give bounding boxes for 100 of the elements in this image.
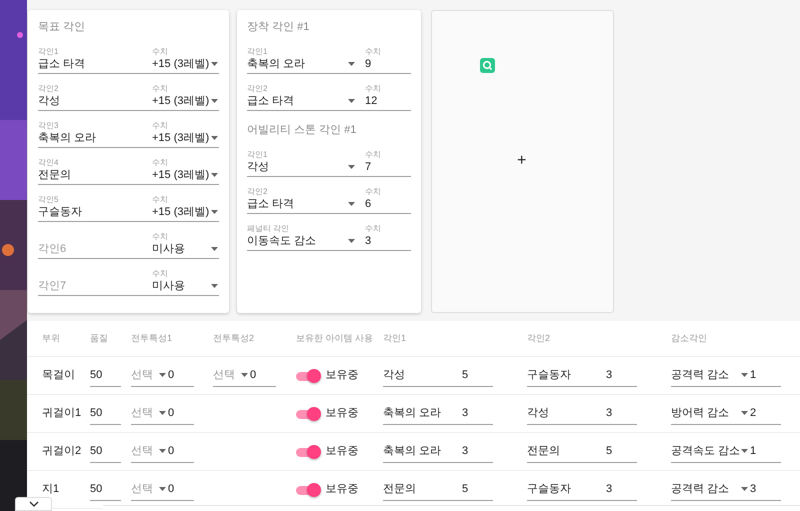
caret-icon: [348, 99, 355, 103]
field-label: 수치: [365, 150, 381, 160]
column-header: 전투특성1: [131, 332, 172, 343]
field-label: 각인3: [38, 121, 60, 131]
field-label: 각인2: [247, 84, 268, 94]
amount-select[interactable]: 미사용: [152, 279, 219, 293]
amount-field[interactable]: 3: [365, 234, 381, 248]
field-label: 수치: [365, 187, 381, 197]
quality-field[interactable]: 50: [90, 440, 121, 463]
column-header: 각인2: [527, 332, 550, 343]
engraving-select[interactable]: 구슬동자: [38, 205, 152, 219]
expand-button[interactable]: [15, 497, 52, 511]
toggle-switch[interactable]: [296, 482, 320, 496]
trait-select[interactable]: 선택 0: [131, 440, 194, 463]
engraving-select[interactable]: 이동속도 감소: [247, 234, 355, 248]
amount-field[interactable]: 7: [365, 160, 381, 174]
field-label: 각인2: [247, 187, 268, 197]
column-header: 보유한 아이템 사용: [296, 332, 374, 343]
zoom-icon[interactable]: [480, 58, 495, 73]
part-cell: 귀걸이1: [42, 407, 82, 420]
toggle-label: 보유중: [326, 406, 358, 422]
toggle-switch[interactable]: [296, 444, 320, 458]
caret-icon: [211, 99, 218, 103]
part-cell: 목걸이: [42, 369, 75, 382]
engraving-field[interactable]: 전문의 5: [383, 478, 493, 501]
engraving-select[interactable]: 급소 타격: [247, 197, 355, 211]
amount-select[interactable]: +15 (3레벨): [152, 131, 219, 145]
penalty-select[interactable]: 공격력 감소 1: [671, 364, 781, 387]
field-label: 수치: [365, 224, 381, 234]
field-label: 수치: [152, 269, 169, 279]
caret-icon: [241, 373, 248, 377]
chevron-down-icon: [28, 501, 38, 507]
amount-select[interactable]: +15 (3레벨): [152, 205, 219, 219]
engraving-select[interactable]: 축복의 오라: [38, 131, 152, 145]
caret-icon: [159, 449, 166, 453]
caret-icon: [211, 247, 218, 251]
field-label: 수치: [365, 47, 381, 57]
caret-icon: [211, 62, 218, 66]
section-title: 장착 각인 #1: [247, 20, 310, 35]
engraving-select[interactable]: 축복의 오라: [247, 57, 355, 71]
caret-icon: [211, 136, 218, 140]
penalty-select[interactable]: 방어력 감소 2: [671, 402, 781, 425]
engraving-field[interactable]: 축복의 오라 3: [383, 402, 493, 425]
field-label: 각인1: [247, 47, 268, 57]
engraving-field[interactable]: 구슬동자 3: [527, 478, 637, 501]
penalty-select[interactable]: 공격속도 감소 1: [671, 440, 781, 463]
quality-field[interactable]: 50: [90, 402, 121, 425]
engraving-field[interactable]: 각성 3: [527, 402, 637, 425]
engraving-select[interactable]: 전문의: [38, 168, 152, 182]
caret-icon: [211, 284, 218, 288]
engraving-field[interactable]: 전문의 5: [527, 440, 637, 463]
field-label: 수치: [152, 47, 169, 57]
caret-icon: [348, 239, 355, 243]
penalty-select[interactable]: 공격력 감소 3: [671, 478, 781, 501]
add-button[interactable]: +: [517, 153, 526, 169]
column-header: 전투특성2: [213, 332, 254, 343]
add-card[interactable]: +: [431, 10, 614, 313]
engraving-select[interactable]: 급소 타격: [247, 94, 355, 108]
engraving-field[interactable]: 각성 5: [383, 364, 493, 387]
trait-select[interactable]: 선택 0: [131, 402, 194, 425]
section-title: 어빌리티 스톤 각인 #1: [247, 123, 358, 138]
trait-select[interactable]: 선택 0: [131, 364, 194, 387]
field-label: 수치: [152, 195, 169, 205]
caret-icon: [211, 173, 218, 177]
amount-select[interactable]: +15 (3레벨): [152, 94, 219, 108]
caret-icon: [348, 202, 355, 206]
field-label: 수치: [365, 84, 381, 94]
column-header: 감소각인: [671, 332, 707, 343]
amount-select[interactable]: +15 (3레벨): [152, 57, 219, 71]
amount-field[interactable]: 12: [365, 94, 381, 108]
trait-select[interactable]: 선택 0: [213, 364, 276, 387]
quality-field[interactable]: 50: [90, 478, 121, 501]
field-label: 각인1: [247, 150, 268, 160]
column-header: 품질: [90, 332, 108, 343]
amount-select[interactable]: +15 (3레벨): [152, 168, 219, 182]
amount-field[interactable]: 6: [365, 197, 381, 211]
engraving-select[interactable]: 각성: [38, 94, 152, 108]
toggle-label: 보유중: [326, 444, 358, 460]
amount-field[interactable]: 9: [365, 57, 381, 71]
caret-icon: [348, 62, 355, 66]
trait-select[interactable]: 선택 0: [131, 478, 194, 501]
field-label: 각인5: [38, 195, 60, 205]
engraving-select[interactable]: 각성: [247, 160, 355, 174]
caret-icon: [741, 411, 748, 415]
field-label: 수치: [152, 232, 169, 242]
column-header: 각인1: [383, 332, 406, 343]
toggle-label: 보유중: [326, 482, 358, 498]
amount-select[interactable]: 미사용: [152, 242, 219, 256]
part-cell: 지1: [42, 483, 60, 496]
field-label: 수치: [152, 158, 169, 168]
caret-icon: [741, 487, 748, 491]
caret-icon: [211, 210, 218, 214]
quality-field[interactable]: 50: [90, 364, 121, 387]
engraving-field[interactable]: 구슬동자 3: [527, 364, 637, 387]
caret-icon: [159, 487, 166, 491]
engraving-field[interactable]: 축복의 오라 3: [383, 440, 493, 463]
caret-icon: [348, 165, 355, 169]
toggle-switch[interactable]: [296, 406, 320, 420]
toggle-switch[interactable]: [296, 368, 320, 382]
engraving-select[interactable]: 급소 타격: [38, 57, 152, 71]
